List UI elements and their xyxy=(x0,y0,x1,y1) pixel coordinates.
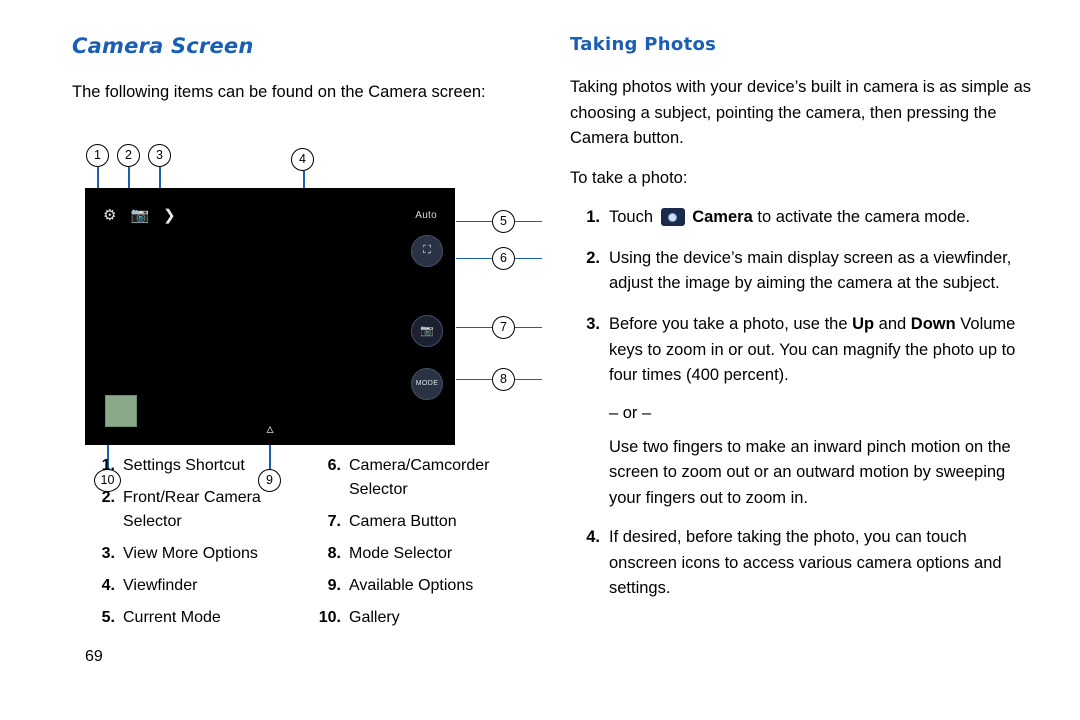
step-number: 4. xyxy=(586,528,600,547)
viewfinder-top-icons: ⚙ 📷 ❯ xyxy=(103,208,176,223)
list-item: 1. Settings Shortcut xyxy=(85,454,285,478)
legend-label: Camera Button xyxy=(349,513,457,530)
leader-line-3 xyxy=(159,166,161,188)
legend-label: Mode Selector xyxy=(349,545,453,562)
legend-label: View More Options xyxy=(123,545,258,562)
callout-3: 3 xyxy=(148,143,171,167)
camera-shutter-button[interactable]: 📷 xyxy=(411,314,443,347)
pinch-zoom-paragraph: Use two fingers to make an inward pinch … xyxy=(609,437,1011,507)
camera-app-icon xyxy=(660,208,685,227)
lead-in-text: To take a photo: xyxy=(570,168,688,187)
callout-5: 5 xyxy=(492,209,515,233)
gallery-thumbnail[interactable] xyxy=(105,394,137,427)
list-item: 4. Viewfinder xyxy=(85,574,285,598)
list-item: 9. Available Options xyxy=(311,574,511,598)
callout-8: 8 xyxy=(492,367,515,391)
intro-paragraph: The following items can be found on the … xyxy=(72,83,486,101)
step-number: 3. xyxy=(586,314,600,333)
list-item: 6. Camera/Camcorder Selector xyxy=(311,454,511,502)
camera-switch-icon[interactable]: 📷 xyxy=(130,208,149,223)
callout-7: 7 xyxy=(492,315,515,339)
legend-column-left: 1. Settings Shortcut 2. Front/Rear Camer… xyxy=(85,454,285,638)
callout-4: 4 xyxy=(291,147,314,171)
list-item: 5. Current Mode xyxy=(85,606,285,630)
figure-legend: 1. Settings Shortcut 2. Front/Rear Camer… xyxy=(85,454,517,638)
viewfinder: ⚙ 📷 ❯ Auto ⛶ 📷 MODE ▵ xyxy=(85,187,455,445)
step3-bold-down: Down xyxy=(910,314,956,333)
mode-selector-button[interactable]: MODE xyxy=(411,367,443,400)
camera-screen-figure: 1 2 3 4 ⚙ 📷 ❯ Auto ⛶ 📷 MODE ▵ 5 6 7 8 9 … xyxy=(72,120,542,492)
list-item: 8. Mode Selector xyxy=(311,542,511,566)
steps-list: 1. Touch Camera to activate the camera m… xyxy=(570,205,1032,602)
step3-part2: and xyxy=(874,314,911,333)
gear-icon[interactable]: ⚙ xyxy=(103,208,116,223)
step-text: Before you take a photo, use the Up and … xyxy=(609,312,1032,389)
legend-label: Gallery xyxy=(349,609,400,626)
legend-number: 5. xyxy=(101,609,115,626)
legend-label: Settings Shortcut xyxy=(123,457,245,474)
right-column: Taking Photos Taking photos with your de… xyxy=(570,34,1032,617)
callout-6: 6 xyxy=(492,246,515,270)
legend-label: Current Mode xyxy=(123,609,221,626)
list-item: 4. If desired, before taking the photo, … xyxy=(570,525,1032,602)
step-text: Using the device’s main display screen a… xyxy=(609,248,1012,293)
leader-line-2 xyxy=(128,166,130,188)
legend-number: 8. xyxy=(327,545,341,562)
legend-label: Front/Rear Camera Selector xyxy=(123,489,261,530)
legend-number: 2. xyxy=(101,489,115,506)
step-text: If desired, before taking the photo, you… xyxy=(609,528,1002,598)
page-title: Camera Screen xyxy=(72,34,254,58)
taking-photos-intro: Taking photos with your device’s built i… xyxy=(570,78,1031,148)
legend-number: 4. xyxy=(101,577,115,594)
step1-post: to activate the camera mode. xyxy=(757,208,971,227)
legend-label: Viewfinder xyxy=(123,577,198,594)
step1-pre: Touch xyxy=(609,208,654,227)
step-number: 1. xyxy=(586,208,600,227)
legend-label: Camera/Camcorder Selector xyxy=(349,457,490,498)
callout-2: 2 xyxy=(117,143,140,167)
chevron-up-icon[interactable]: ▵ xyxy=(266,420,273,437)
page-number: 69 xyxy=(85,648,103,665)
legend-number: 9. xyxy=(327,577,341,594)
legend-label: Available Options xyxy=(349,577,474,594)
left-column: Camera Screen The following items can be… xyxy=(72,34,542,626)
callout-1: 1 xyxy=(86,143,109,167)
section-title-taking-photos: Taking Photos xyxy=(570,34,717,55)
step3-part1: Before you take a photo, use the xyxy=(609,314,853,333)
list-item: 2. Using the device’s main display scree… xyxy=(570,246,1032,297)
legend-number: 7. xyxy=(327,513,341,530)
leader-line-1 xyxy=(97,166,99,188)
legend-number: 1. xyxy=(101,457,115,474)
legend-column-right: 6. Camera/Camcorder Selector 7. Camera B… xyxy=(311,454,511,638)
camcorder-selector-button[interactable]: ⛶ xyxy=(411,234,443,267)
current-mode-label: Auto xyxy=(415,209,437,221)
list-item: 3. Before you take a photo, use the Up a… xyxy=(570,312,1032,389)
document-page: Camera Screen The following items can be… xyxy=(0,0,1080,720)
list-item: 3. View More Options xyxy=(85,542,285,566)
list-item: 2. Front/Rear Camera Selector xyxy=(85,486,285,534)
legend-number: 10. xyxy=(318,609,341,626)
list-item: 1. Touch Camera to activate the camera m… xyxy=(570,205,1032,231)
step-number: 2. xyxy=(586,248,600,267)
or-separator: – or – xyxy=(609,403,652,422)
list-item: 10. Gallery xyxy=(311,606,511,630)
list-item: 7. Camera Button xyxy=(311,510,511,534)
legend-number: 3. xyxy=(101,545,115,562)
chevron-right-icon[interactable]: ❯ xyxy=(163,208,176,223)
step1-bold: Camera xyxy=(692,208,753,227)
legend-number: 6. xyxy=(327,457,341,474)
step3-bold-up: Up xyxy=(852,314,875,333)
step-text: Touch Camera to activate the camera mode… xyxy=(609,205,1032,231)
